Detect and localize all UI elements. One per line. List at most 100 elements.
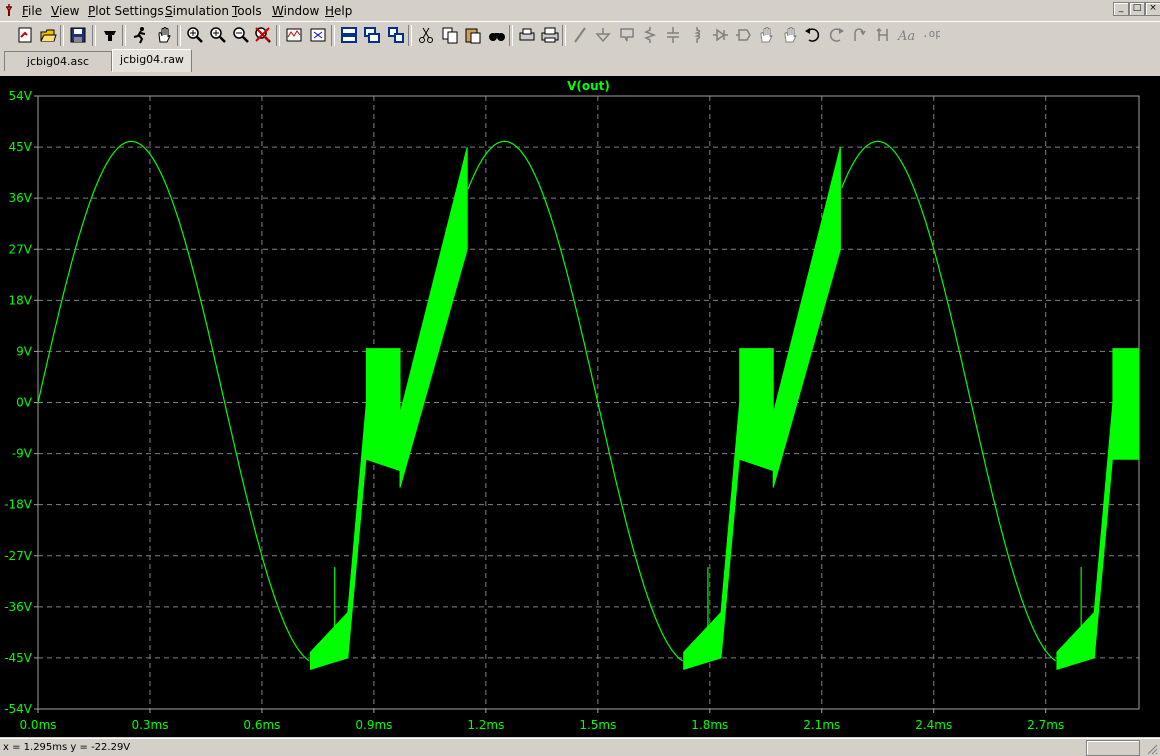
resize-grip-icon[interactable] [1146,743,1158,755]
toolbar-separator [509,25,513,46]
oscillation-band [720,402,741,658]
resistor-icon[interactable] [640,25,660,45]
x-tick-label: 1.5ms [579,718,616,732]
cursor-readout: x = 1.295ms y = -22.29V [3,742,131,753]
autorange-icon[interactable] [284,25,304,45]
halt-icon[interactable] [154,25,174,45]
close-button[interactable]: × [1145,2,1160,16]
menu-bar: File View Plot Settings Simulation Tools Wind… [0,0,1160,21]
inductor-icon[interactable] [687,25,707,45]
diode-icon[interactable] [710,25,730,45]
y-tick-label: -54V [4,702,33,716]
waveform-plot[interactable]: 0.0ms 0.3ms 0.6ms 0.9ms 1.2ms 1.5ms 1.8ms 2.1ms… [0,76,1160,737]
paste-icon[interactable] [463,25,483,45]
redo-icon[interactable] [826,25,846,45]
ground-icon[interactable] [593,25,613,45]
mark-icon[interactable] [308,25,328,45]
y-tick-label: -45V [4,651,33,665]
oscillation-band [1093,402,1114,658]
mirror-icon[interactable] [873,25,893,45]
zoom-in-icon[interactable] [208,25,228,45]
tab-bar: jcbig04.asc jcbig04.raw [0,49,1160,73]
spice-directive-icon[interactable]: .op [920,25,940,45]
ltspice-app-icon [6,4,12,16]
status-panel [1086,740,1140,756]
print-preview-icon[interactable] [517,25,537,45]
run-icon[interactable] [130,25,150,45]
zoom-area-icon[interactable] [185,25,205,45]
copy-icon[interactable] [440,25,460,45]
x-tick-label: 0.6ms [243,718,280,732]
x-tick-label: 0.3ms [131,718,168,732]
menu-window[interactable]: Window [272,3,319,19]
menu-simulation[interactable]: Simulation [165,3,229,19]
tab-schematic[interactable]: jcbig04.asc [4,51,112,71]
status-bar: x = 1.295ms y = -22.29V [0,738,1160,756]
menu-tools[interactable]: Tools [232,3,262,19]
y-tick-label: -27V [4,549,33,563]
menu-view[interactable]: View [51,3,79,19]
capacitor-icon[interactable] [663,25,683,45]
label-net-icon[interactable] [617,25,637,45]
toolbar-separator [177,25,181,46]
menu-file[interactable]: File [22,3,42,19]
move-icon[interactable] [756,25,776,45]
x-tick-label: 2.1ms [803,718,840,732]
y-tick-label: 27V [9,242,33,256]
tile-vertical-icon[interactable] [386,25,406,45]
save-icon[interactable] [68,25,88,45]
rotate-icon[interactable] [850,25,870,45]
y-tick-label: 54V [9,89,33,103]
y-tick-label: -36V [4,600,33,614]
trace-vout[interactable] [37,140,1056,662]
y-tick-label: -18V [4,498,33,512]
trace-name-label[interactable]: V(out) [567,79,610,93]
x-tick-label: 1.8ms [691,718,728,732]
toolbar-separator [408,25,412,46]
zoom-out-icon[interactable] [231,25,251,45]
component-icon[interactable] [733,25,753,45]
tile-horizontal-icon[interactable] [339,25,359,45]
x-tick-label: 1.2ms [467,718,504,732]
text-icon[interactable]: Aa [896,25,916,45]
y-tick-label: 36V [9,191,33,205]
oscillation-band [365,348,401,472]
new-schematic-icon[interactable] [15,25,35,45]
toolbar-separator [60,25,64,46]
oscillation-band [683,611,722,670]
x-tick-label: 2.4ms [915,718,952,732]
wire-icon[interactable] [570,25,590,45]
tab-waveform[interactable]: jcbig04.raw [112,49,192,72]
menu-help[interactable]: Help [325,3,352,19]
svg-text:Aa: Aa [897,29,915,44]
zoom-cancel-icon[interactable] [253,25,273,45]
menu-plot-settings[interactable]: Plot Settings [88,3,164,19]
minimize-button[interactable]: _ [1113,2,1129,16]
restore-button[interactable]: □ [1129,2,1145,16]
y-tick-label: 18V [9,293,33,307]
y-tick-label: 45V [9,140,33,154]
cut-icon[interactable] [416,25,436,45]
drag-icon[interactable] [780,25,800,45]
oscillation-band [347,402,367,658]
svg-text:.op: .op [922,27,940,40]
x-tick-label: 0.0ms [19,718,56,732]
print-icon[interactable] [540,25,560,45]
toolbar: Aa .op [0,21,1160,50]
oscillation-band [1056,611,1095,670]
toolbar-separator [122,25,126,46]
toolbar-separator [92,25,96,46]
x-tick-label: 2.7ms [1027,718,1064,732]
oscillation-band [310,611,349,670]
x-tick-label: 0.9ms [355,718,392,732]
y-tick-label: -9V [12,447,33,461]
open-icon[interactable] [38,25,58,45]
y-tick-label: 9V [16,344,33,358]
find-icon[interactable] [487,25,507,45]
cascade-icon[interactable] [362,25,382,45]
control-panel-icon[interactable] [100,25,120,45]
y-tick-label: 0V [16,396,33,410]
undo-icon[interactable] [803,25,823,45]
oscillation-band [1112,348,1140,460]
waveform-chart[interactable]: 0.0ms 0.3ms 0.6ms 0.9ms 1.2ms 1.5ms 1.8ms 2.1ms… [0,76,1160,737]
